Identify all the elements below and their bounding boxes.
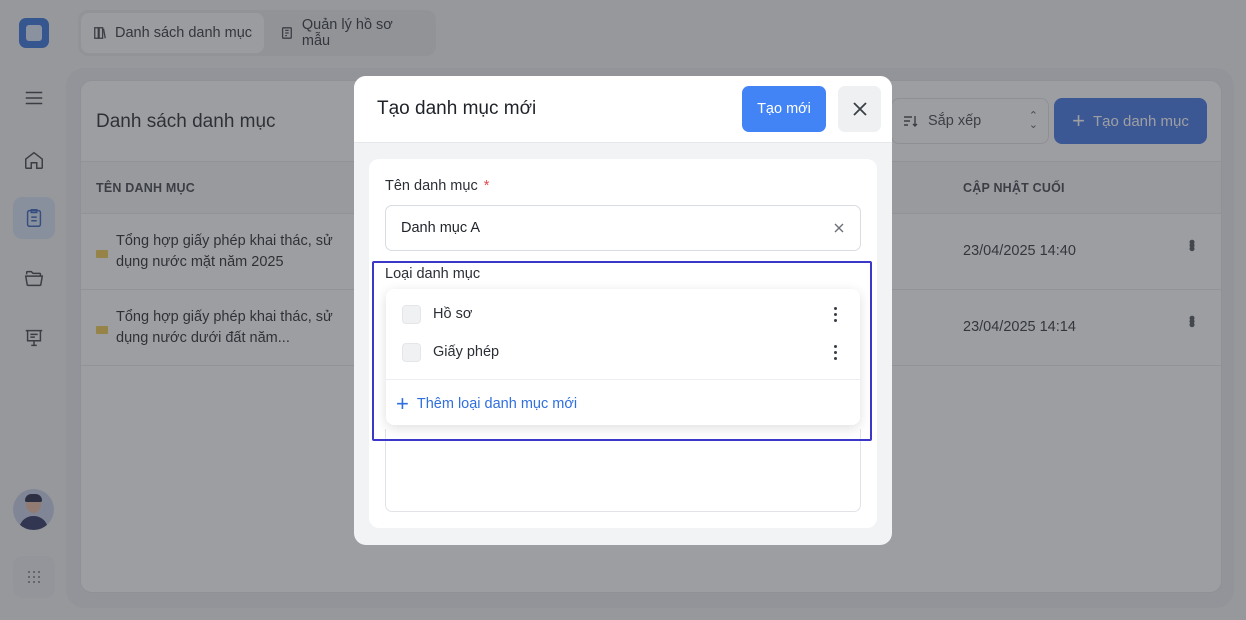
category-name-input[interactable]: Danh mục A	[385, 205, 861, 251]
dropdown-option-ho-so[interactable]: Hồ sơ	[386, 295, 860, 333]
modal-header: Tạo danh mục mới Tạo mới	[354, 76, 892, 143]
close-modal-button[interactable]	[838, 86, 881, 132]
clear-input-icon[interactable]	[832, 221, 846, 235]
dropdown-option-giay-phep[interactable]: Giấy phép	[386, 333, 860, 371]
required-mark: *	[483, 178, 490, 194]
dropdown-divider	[386, 379, 860, 380]
plus-icon: +	[396, 391, 409, 416]
add-category-type-label: Thêm loại danh mục mới	[416, 396, 578, 412]
category-type-dropdown: Hồ sơ Giấy phép + Thêm loại danh mục mới	[386, 289, 860, 425]
option-label: Giấy phép	[433, 344, 500, 360]
option-checkbox[interactable]	[402, 342, 421, 362]
more-options-icon[interactable]	[827, 304, 843, 324]
add-category-type-button[interactable]: + Thêm loại danh mục mới	[396, 393, 577, 415]
name-field-label: Tên danh mục *	[385, 178, 489, 194]
option-label: Hồ sơ	[433, 306, 473, 322]
modal-title: Tạo danh mục mới	[377, 98, 537, 119]
submit-create-button[interactable]: Tạo mới	[742, 86, 826, 132]
option-checkbox[interactable]	[402, 304, 421, 324]
more-options-icon[interactable]	[827, 342, 843, 362]
name-field-label-text: Tên danh mục	[385, 178, 478, 194]
type-field-box[interactable]	[385, 429, 861, 512]
category-name-value: Danh mục A	[401, 220, 480, 236]
close-icon	[852, 102, 867, 116]
